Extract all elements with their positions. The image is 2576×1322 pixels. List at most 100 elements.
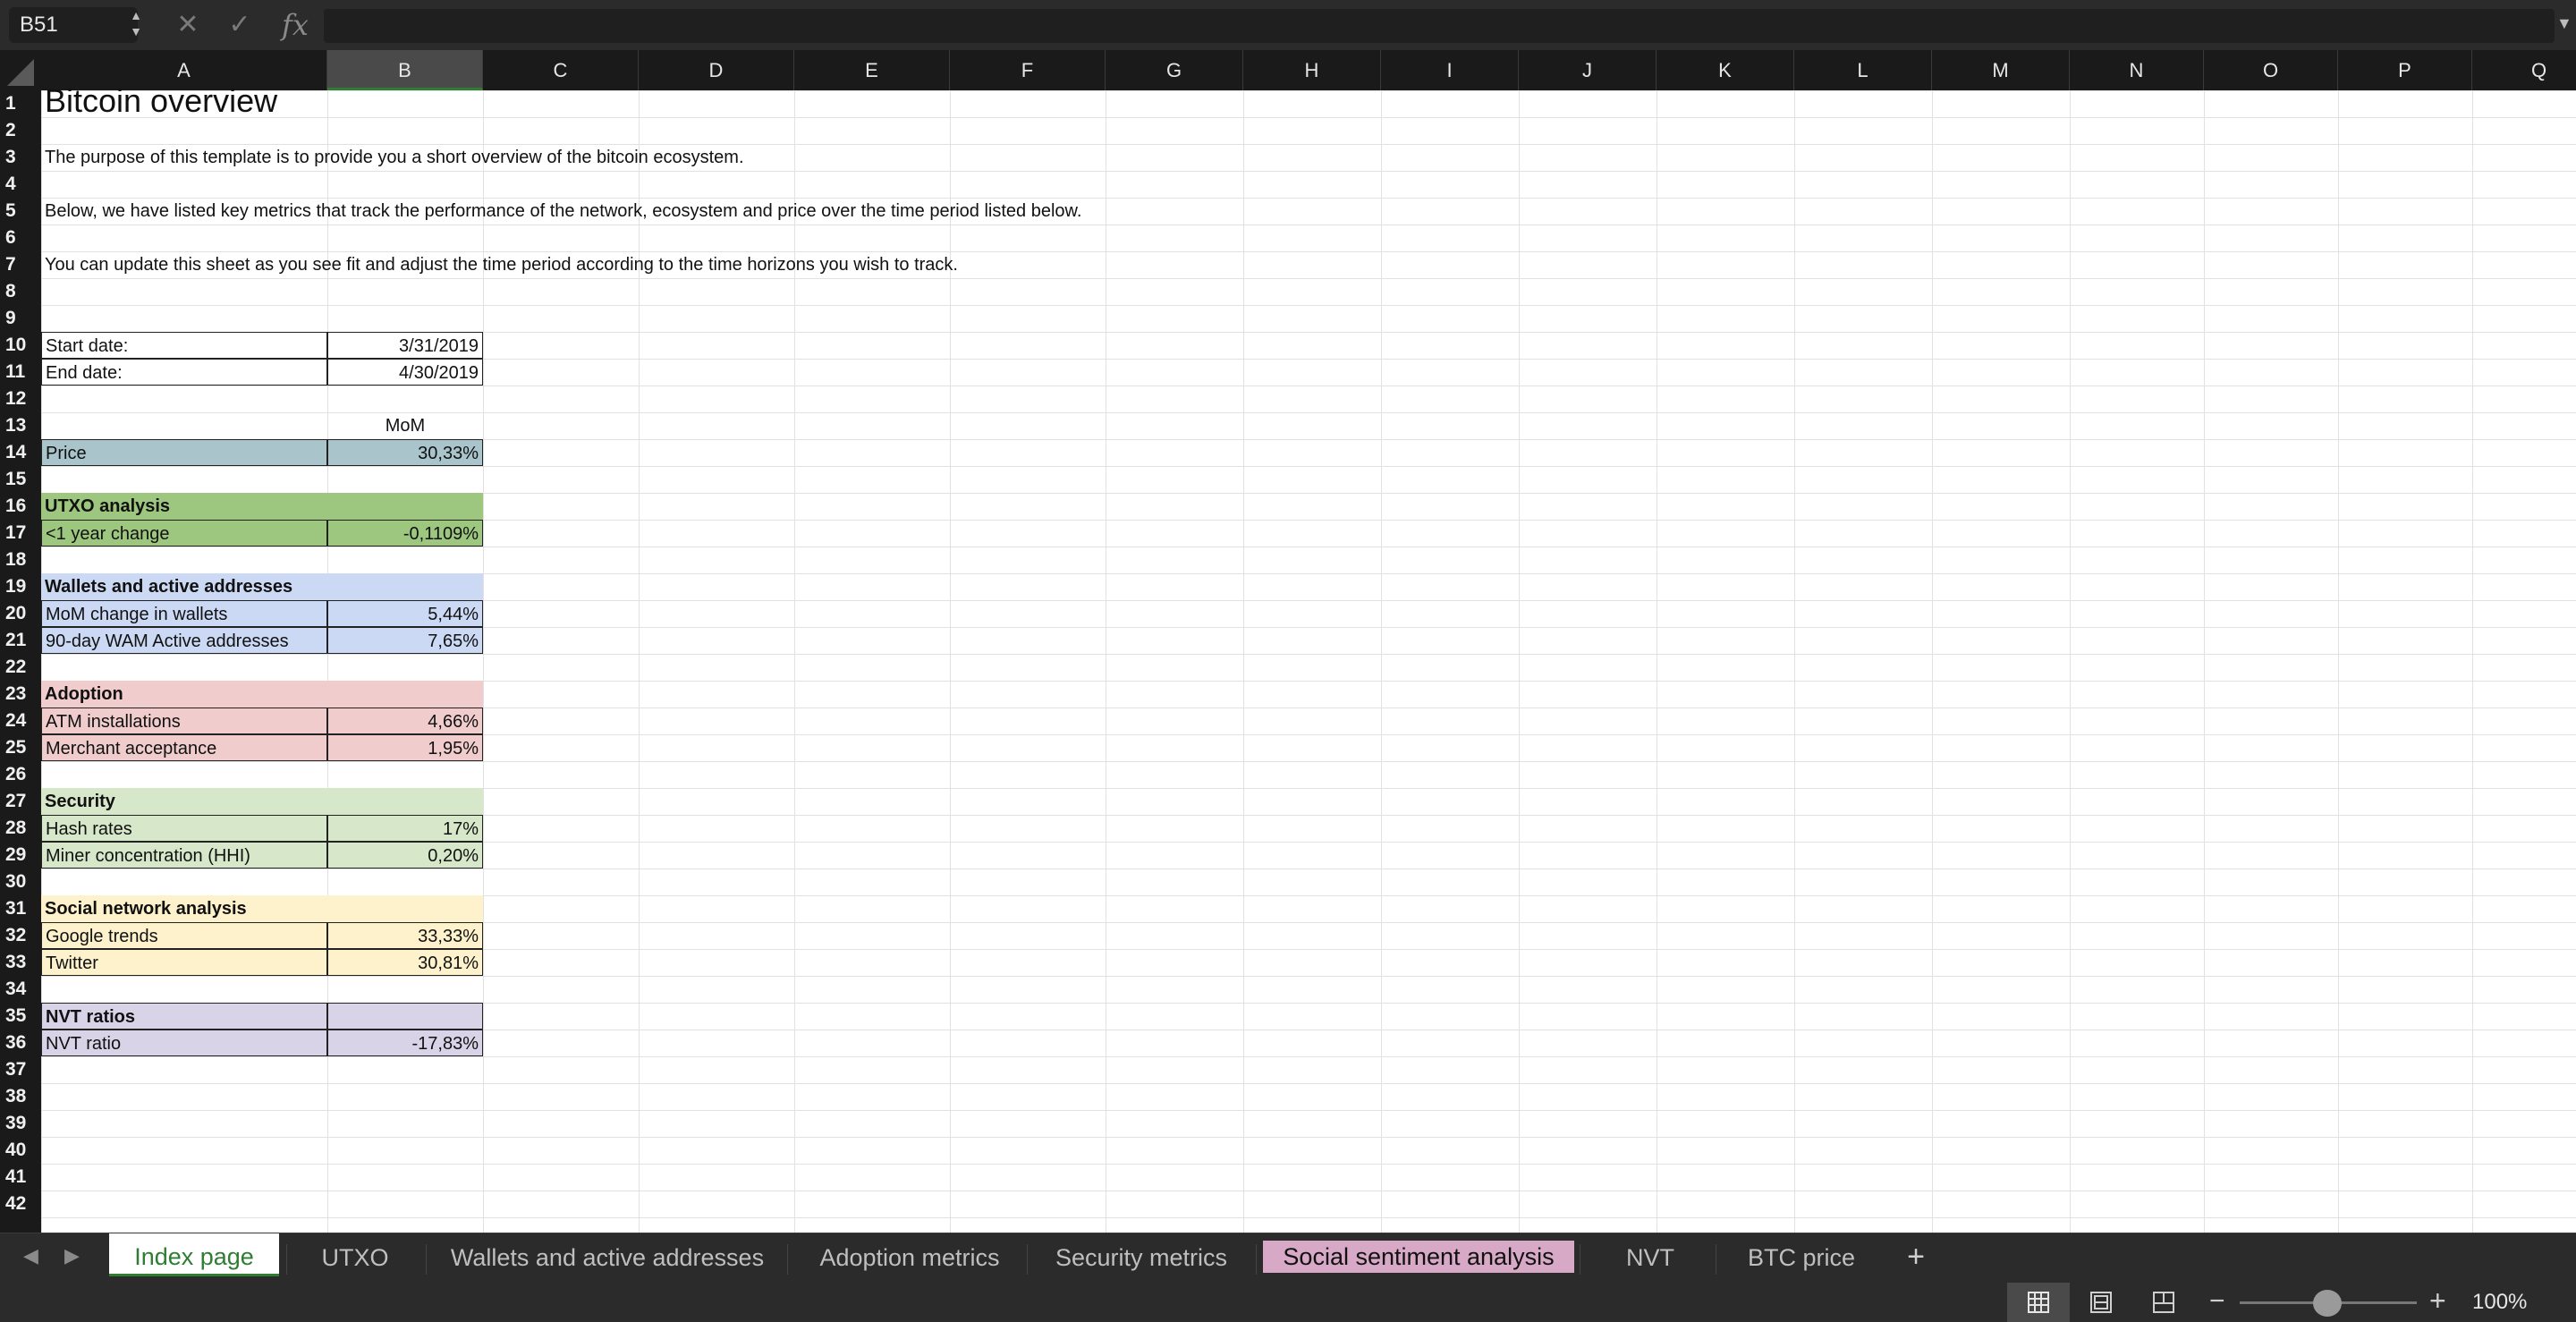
adoption-value-1[interactable]: 4,66% xyxy=(327,708,483,734)
tab-index-page[interactable]: Index page xyxy=(109,1233,279,1276)
zoom-out-button[interactable]: − xyxy=(2209,1286,2225,1317)
social-label-1[interactable]: Google trends xyxy=(41,922,327,949)
tab-utxo[interactable]: UTXO xyxy=(293,1239,417,1276)
row-header-34[interactable]: 34 xyxy=(0,976,41,1003)
utxo-label[interactable]: <1 year change xyxy=(41,520,327,547)
column-header-g[interactable]: G xyxy=(1106,50,1243,90)
social-section-header[interactable]: Social network analysis xyxy=(41,895,483,922)
price-label[interactable]: Price xyxy=(41,439,327,466)
social-value-2[interactable]: 30,81% xyxy=(327,949,483,976)
row-header-24[interactable]: 24 xyxy=(0,708,41,734)
tab-nvt[interactable]: NVT xyxy=(1587,1239,1714,1276)
page-break-view-icon[interactable] xyxy=(2132,1283,2195,1322)
row-header-12[interactable]: 12 xyxy=(0,386,41,412)
row-header-25[interactable]: 25 xyxy=(0,734,41,761)
row-header-9[interactable]: 9 xyxy=(0,305,41,332)
zoom-level[interactable]: 100% xyxy=(2472,1290,2527,1315)
column-header-i[interactable]: I xyxy=(1381,50,1519,90)
row-header-2[interactable]: 2 xyxy=(0,117,41,144)
row-header-14[interactable]: 14 xyxy=(0,439,41,466)
column-header-d[interactable]: D xyxy=(639,50,794,90)
row-header-21[interactable]: 21 xyxy=(0,627,41,654)
security-value-1[interactable]: 17% xyxy=(327,815,483,842)
row-header-3[interactable]: 3 xyxy=(0,144,41,171)
row-header-35[interactable]: 35 xyxy=(0,1003,41,1030)
row-header-18[interactable]: 18 xyxy=(0,547,41,573)
row-header-5[interactable]: 5 xyxy=(0,198,41,225)
column-header-o[interactable]: O xyxy=(2204,50,2338,90)
row-header-19[interactable]: 19 xyxy=(0,573,41,600)
row-header-37[interactable]: 37 xyxy=(0,1056,41,1083)
security-label-2[interactable]: Miner concentration (HHI) xyxy=(41,842,327,869)
zoom-slider-thumb[interactable] xyxy=(2313,1290,2342,1317)
check-icon[interactable]: ✓ xyxy=(224,7,256,43)
utxo-value[interactable]: -0,1109% xyxy=(327,520,483,547)
row-header-36[interactable]: 36 xyxy=(0,1030,41,1056)
row-header-20[interactable]: 20 xyxy=(0,600,41,627)
price-value[interactable]: 30,33% xyxy=(327,439,483,466)
row-header-31[interactable]: 31 xyxy=(0,895,41,922)
intro-text-3[interactable]: You can update this sheet as you see fit… xyxy=(41,251,962,278)
column-header-p[interactable]: P xyxy=(2338,50,2472,90)
prev-sheet-icon[interactable]: ◀ xyxy=(23,1244,38,1267)
column-header-b[interactable]: B xyxy=(327,50,483,90)
end-date-value[interactable]: 4/30/2019 xyxy=(327,359,483,386)
nvt-value[interactable]: -17,83% xyxy=(327,1030,483,1056)
start-date-value[interactable]: 3/31/2019 xyxy=(327,332,483,359)
function-icon[interactable]: fx xyxy=(277,7,313,43)
row-header-39[interactable]: 39 xyxy=(0,1110,41,1137)
tab-adoption-metrics[interactable]: Adoption metrics xyxy=(794,1239,1025,1276)
row-header-4[interactable]: 4 xyxy=(0,171,41,198)
row-header-6[interactable]: 6 xyxy=(0,225,41,251)
wallets-label-1[interactable]: MoM change in wallets xyxy=(41,600,327,627)
column-header-l[interactable]: L xyxy=(1794,50,1932,90)
formula-input[interactable] xyxy=(324,9,2555,43)
next-sheet-icon[interactable]: ▶ xyxy=(64,1244,80,1267)
row-header-7[interactable]: 7 xyxy=(0,251,41,278)
row-header-32[interactable]: 32 xyxy=(0,922,41,949)
intro-text-2[interactable]: Below, we have listed key metrics that t… xyxy=(41,198,1085,225)
row-header-10[interactable]: 10 xyxy=(0,332,41,359)
row-header-29[interactable]: 29 xyxy=(0,842,41,869)
end-date-label[interactable]: End date: xyxy=(41,359,327,386)
column-header-c[interactable]: C xyxy=(483,50,639,90)
adoption-label-1[interactable]: ATM installations xyxy=(41,708,327,734)
intro-text-1[interactable]: The purpose of this template is to provi… xyxy=(41,144,748,171)
column-header-h[interactable]: H xyxy=(1243,50,1381,90)
row-header-40[interactable]: 40 xyxy=(0,1137,41,1164)
row-header-13[interactable]: 13 xyxy=(0,412,41,439)
utxo-section-header[interactable]: UTXO analysis xyxy=(41,493,483,520)
row-header-42[interactable]: 42 xyxy=(0,1191,41,1217)
column-header-j[interactable]: J xyxy=(1519,50,1657,90)
row-header-26[interactable]: 26 xyxy=(0,761,41,788)
wallets-value-2[interactable]: 7,65% xyxy=(327,627,483,654)
zoom-in-button[interactable]: + xyxy=(2429,1284,2446,1318)
row-header-11[interactable]: 11 xyxy=(0,359,41,386)
adoption-value-2[interactable]: 1,95% xyxy=(327,734,483,761)
chevron-down-icon[interactable]: ▼ xyxy=(2556,14,2572,33)
row-header-17[interactable]: 17 xyxy=(0,520,41,547)
row-header-23[interactable]: 23 xyxy=(0,681,41,708)
add-sheet-button[interactable]: + xyxy=(1900,1241,1932,1273)
nvt-header-blank[interactable] xyxy=(327,1003,483,1030)
row-header-1[interactable]: 1 xyxy=(0,90,41,117)
security-section-header[interactable]: Security xyxy=(41,788,483,815)
wallets-section-header[interactable]: Wallets and active addresses xyxy=(41,573,483,600)
row-header-8[interactable]: 8 xyxy=(0,278,41,305)
social-value-1[interactable]: 33,33% xyxy=(327,922,483,949)
tab-security-metrics[interactable]: Security metrics xyxy=(1034,1239,1249,1276)
select-all-corner[interactable] xyxy=(0,50,41,90)
column-header-f[interactable]: F xyxy=(950,50,1106,90)
name-box-stepper-icon[interactable]: ▲ ▼ xyxy=(125,7,147,43)
row-header-28[interactable]: 28 xyxy=(0,815,41,842)
tab-social-sentiment-analysis[interactable]: Social sentiment analysis xyxy=(1263,1241,1574,1273)
page-layout-view-icon[interactable] xyxy=(2070,1283,2132,1322)
column-header-k[interactable]: K xyxy=(1657,50,1794,90)
start-date-label[interactable]: Start date: xyxy=(41,332,327,359)
cancel-icon[interactable]: ✕ xyxy=(172,7,204,43)
wallets-label-2[interactable]: 90-day WAM Active addresses xyxy=(41,627,327,654)
column-header-e[interactable]: E xyxy=(794,50,950,90)
column-header-q[interactable]: Q xyxy=(2472,50,2576,90)
adoption-section-header[interactable]: Adoption xyxy=(41,681,483,708)
tab-wallets-and-active-addresses[interactable]: Wallets and active addresses xyxy=(433,1239,782,1276)
